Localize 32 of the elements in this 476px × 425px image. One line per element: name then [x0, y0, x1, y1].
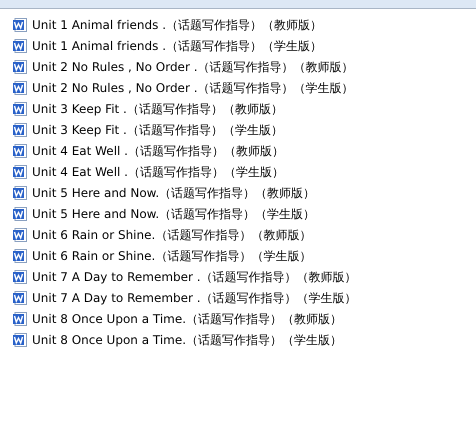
document-icon — [12, 332, 28, 348]
file-name[interactable]: Unit 3 Keep Fit .（话题写作指导）（教师版） — [32, 100, 283, 116]
file-name[interactable]: Unit 2 No Rules , No Order .（话题写作指导）（学生版） — [32, 80, 354, 96]
document-icon — [12, 142, 28, 158]
file-name[interactable]: Unit 4 Eat Well .（话题写作指导）（教师版） — [32, 142, 284, 158]
document-icon — [12, 310, 28, 326]
file-name[interactable]: Unit 7 A Day to Remember .（话题写作指导）（学生版） — [32, 290, 357, 306]
file-name[interactable]: Unit 5 Here and Now.（话题写作指导）（教师版） — [32, 184, 316, 200]
document-icon — [12, 184, 28, 200]
document-icon — [12, 58, 28, 74]
file-name[interactable]: Unit 3 Keep Fit .（话题写作指导）（学生版） — [32, 122, 283, 138]
document-icon — [12, 206, 28, 222]
document-icon — [12, 164, 28, 180]
file-name[interactable]: Unit 5 Here and Now.（话题写作指导）（学生版） — [32, 206, 316, 222]
document-icon — [12, 248, 28, 264]
file-name[interactable]: Unit 2 No Rules , No Order .（话题写作指导）（教师版） — [32, 58, 354, 74]
document-icon — [12, 122, 28, 138]
document-icon — [12, 16, 28, 32]
file-name[interactable]: Unit 1 Animal friends .（话题写作指导）（教师版） — [32, 16, 322, 32]
file-name[interactable]: Unit 7 A Day to Remember .（话题写作指导）（教师版） — [32, 268, 357, 284]
file-name[interactable]: Unit 4 Eat Well .（话题写作指导）（学生版） — [32, 164, 284, 180]
file-name[interactable]: Unit 1 Animal friends .（话题写作指导）（学生版） — [32, 38, 322, 54]
file-name[interactable]: Unit 8 Once Upon a Time.（话题写作指导）（学生版） — [32, 332, 342, 348]
document-icon — [12, 268, 28, 284]
document-icon — [12, 226, 28, 242]
document-icon — [12, 80, 28, 96]
file-name[interactable]: Unit 6 Rain or Shine.（话题写作指导）（学生版） — [32, 248, 312, 264]
file-name[interactable]: Unit 8 Once Upon a Time.（话题写作指导）（教师版） — [32, 310, 342, 326]
document-icon — [12, 290, 28, 306]
document-icon — [12, 100, 28, 116]
file-name[interactable]: Unit 6 Rain or Shine.（话题写作指导）（教师版） — [32, 226, 312, 242]
document-icon — [12, 38, 28, 54]
